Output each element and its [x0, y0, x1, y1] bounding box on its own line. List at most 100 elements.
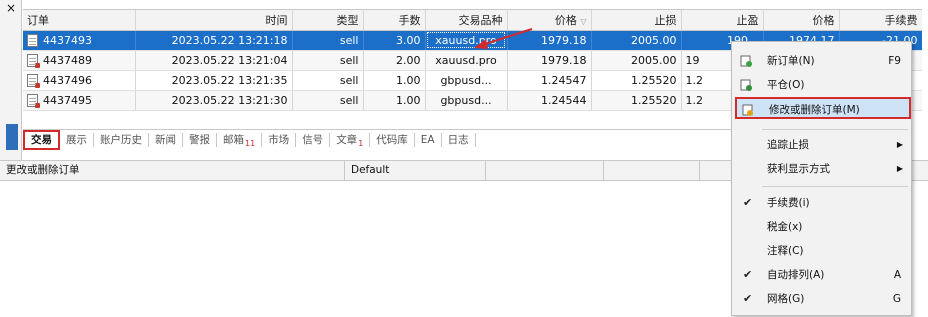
menu-item-label: 平仓(O)	[767, 79, 805, 91]
status-segment	[486, 161, 604, 180]
close-icon[interactable]: ×	[6, 2, 16, 14]
checkmark-icon: ✔	[743, 196, 753, 209]
order-type: sell	[292, 30, 364, 51]
order-time: 2023.05.22 13:21:35	[135, 70, 293, 91]
menu-item-label: 手续费(i)	[767, 197, 810, 209]
menu-item-tax[interactable]: 税金(x)	[732, 216, 911, 238]
tab-experts[interactable]: EA	[415, 132, 442, 147]
order-lots: 1.00	[363, 70, 426, 91]
order-document-icon	[27, 33, 38, 47]
tab-label: 代码库	[376, 133, 408, 146]
order-type: sell	[292, 70, 364, 91]
order-symbol: gbpusd...	[425, 90, 508, 111]
column-header[interactable]: 类型	[292, 10, 364, 31]
status-profile: Default	[345, 161, 486, 180]
tab-badge: 11	[245, 138, 256, 148]
order-symbol: gbpusd...	[425, 70, 508, 91]
checkmark-icon: ✔	[743, 268, 753, 281]
tab-exposure[interactable]: 展示	[60, 132, 94, 147]
menu-item-shortcut: F9	[888, 55, 901, 67]
column-header[interactable]: 止损	[591, 10, 682, 31]
order-time: 2023.05.22 13:21:30	[135, 90, 293, 111]
column-header[interactable]: 止盈	[681, 10, 764, 31]
order-id: 4437495	[43, 93, 92, 107]
tab-mailbox[interactable]: 邮箱11	[217, 132, 263, 148]
submenu-arrow-icon: ▶	[896, 164, 903, 173]
order-document-icon	[27, 53, 40, 68]
column-header[interactable]: 手数	[363, 10, 426, 31]
tab-account-history[interactable]: 账户历史	[94, 132, 149, 147]
menu-item-modify-order[interactable]: 修改或删除订单(M)	[735, 97, 911, 119]
menu-item-comment[interactable]: 注释(C)	[732, 240, 911, 262]
close-position-icon	[740, 79, 752, 91]
tab-label: 警报	[189, 133, 210, 146]
menu-item-label: 修改或删除订单(M)	[769, 104, 860, 116]
sort-arrow-icon: ▽	[580, 16, 587, 26]
menu-item-label: 注释(C)	[767, 245, 804, 257]
order-lots: 1.00	[363, 90, 426, 111]
tab-trade[interactable]: 交易	[23, 129, 60, 150]
order-time: 2023.05.22 13:21:04	[135, 50, 293, 71]
menu-item-grid[interactable]: ✔ 网格(G) G	[732, 288, 911, 310]
menu-item-fee[interactable]: ✔ 手续费(i)	[732, 192, 911, 214]
tab-news[interactable]: 新闻	[149, 132, 183, 147]
menu-item-label: 网格(G)	[767, 293, 805, 305]
order-lots: 2.00	[363, 50, 426, 71]
status-segment	[604, 161, 700, 180]
menu-item-close-position[interactable]: 平仓(O)	[732, 74, 911, 96]
menu-item-shortcut: G	[892, 293, 901, 305]
order-time: 2023.05.22 13:21:18	[135, 30, 293, 51]
tab-label: 交易	[31, 133, 52, 146]
toolbox-side-strip: ×	[0, 0, 22, 160]
annotation-arrow-icon	[474, 28, 533, 49]
order-type: sell	[292, 50, 364, 71]
tab-articles[interactable]: 文章1	[330, 132, 371, 148]
modify-order-icon	[742, 104, 753, 116]
column-header[interactable]: 价格	[763, 10, 840, 31]
order-sl: 1.25520	[591, 90, 682, 111]
column-header[interactable]: 手续费	[839, 10, 922, 31]
column-header[interactable]: 时间	[135, 10, 293, 31]
tab-market[interactable]: 市场	[262, 132, 297, 147]
menu-item-profit-display[interactable]: 获利显示方式 ▶	[732, 158, 911, 180]
context-menu: 新订单(N) F9 平仓(O) 修改或删除订单(M) 追踪止损 ▶ 获利显示方式…	[731, 41, 912, 316]
status-text: 更改或删除订单	[0, 161, 345, 180]
menu-item-new-order[interactable]: 新订单(N) F9	[732, 50, 911, 72]
menu-item-label: 追踪止损	[767, 139, 809, 151]
order-sl: 1.25520	[591, 70, 682, 91]
order-symbol: xauusd.pro	[425, 50, 508, 71]
order-id: 4437489	[43, 53, 92, 67]
menu-separator	[762, 129, 908, 130]
order-sl: 2005.00	[591, 50, 682, 71]
menu-item-trailing-stop[interactable]: 追踪止损 ▶	[732, 134, 911, 156]
tab-journal[interactable]: 日志	[442, 132, 476, 147]
new-order-icon	[740, 55, 752, 67]
column-header[interactable]: 订单	[23, 10, 136, 31]
menu-item-label: 获利显示方式	[767, 163, 830, 175]
tab-alerts[interactable]: 警报	[183, 132, 217, 147]
tab-label: 日志	[447, 133, 469, 146]
tab-label: 账户历史	[100, 133, 142, 146]
tab-label: EA	[420, 133, 435, 146]
toolbox-vertical-tab[interactable]	[6, 124, 18, 150]
tab-label: 信号	[302, 133, 324, 146]
menu-item-label: 自动排列(A)	[767, 269, 825, 281]
menu-separator	[762, 186, 908, 187]
order-price: 1.24544	[507, 90, 592, 111]
order-price: 1979.18	[507, 50, 592, 71]
menu-item-auto-arrange[interactable]: ✔ 自动排列(A) A	[732, 264, 911, 286]
tab-label: 文章	[336, 133, 358, 146]
order-id: 4437493	[43, 33, 92, 47]
tab-code-base[interactable]: 代码库	[370, 132, 415, 147]
menu-item-label: 税金(x)	[767, 221, 803, 233]
tab-signals[interactable]: 信号	[296, 132, 331, 147]
order-lots: 3.00	[363, 30, 426, 51]
tab-badge: 1	[358, 138, 364, 148]
column-header-label: 价格	[554, 13, 577, 27]
order-price: 1.24547	[507, 70, 592, 91]
tab-label: 展示	[66, 133, 87, 146]
tab-label: 邮箱	[223, 133, 244, 146]
menu-item-shortcut: A	[893, 269, 901, 281]
order-sl: 2005.00	[591, 30, 682, 51]
menu-item-label: 新订单(N)	[767, 55, 815, 67]
